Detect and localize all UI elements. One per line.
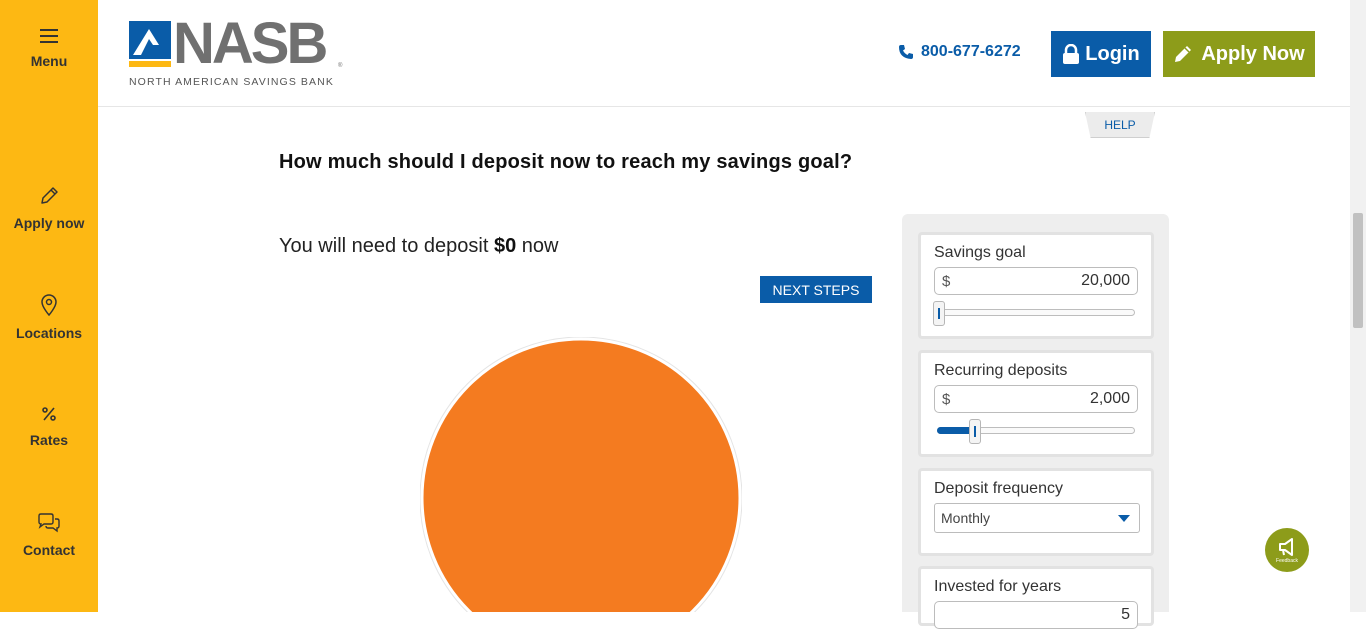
savings-goal-value: 20,000 (1081, 272, 1130, 289)
invested-years-input[interactable]: 5 (934, 601, 1138, 629)
login-label: Login (1085, 42, 1140, 65)
feedback-button[interactable]: Feedback (1265, 528, 1309, 572)
next-steps-button[interactable]: NEXT STEPS (760, 276, 872, 303)
percent-icon (42, 407, 56, 421)
deposit-frequency-card: Deposit frequency Monthly (918, 468, 1154, 556)
invested-years-label: Invested for years (934, 578, 1062, 595)
sidebar-item-contact[interactable]: Contact (0, 512, 98, 558)
pencil-icon (41, 187, 58, 204)
phone-number: 800-677-6272 (921, 43, 1021, 60)
page-title: How much should I deposit now to reach m… (279, 151, 853, 173)
sidebar-item-menu[interactable]: Menu (0, 27, 98, 69)
slider-track (937, 309, 1135, 316)
slider-thumb[interactable] (969, 419, 981, 444)
recurring-deposits-input[interactable]: $ 2,000 (934, 385, 1138, 413)
logo-mark-icon (129, 21, 171, 67)
logo-tagline: NORTH AMERICAN SAVINGS BANK (129, 76, 334, 88)
savings-goal-label: Savings goal (934, 244, 1026, 261)
sidebar-item-label: Menu (30, 53, 68, 69)
left-sidebar: Menu Apply now Locations Rates Contact (0, 0, 98, 612)
sidebar-item-apply-now[interactable]: Apply now (0, 185, 98, 231)
map-pin-icon (41, 294, 57, 317)
deposit-frequency-select[interactable]: Monthly (934, 503, 1140, 533)
recurring-deposits-slider[interactable] (937, 419, 1135, 444)
nasb-logo[interactable]: NASB ® NORTH AMERICAN SAVINGS BANK (129, 15, 344, 89)
currency-symbol: $ (942, 390, 951, 408)
scrollbar-thumb[interactable] (1353, 213, 1363, 328)
invested-years-card: Invested for years 5 (918, 566, 1154, 629)
calculator-panel: Savings goal $ 20,000 Recurring deposits… (902, 214, 1169, 629)
result-prefix: You will need to deposit (279, 235, 494, 257)
site-header: NASB ® NORTH AMERICAN SAVINGS BANK 800-6… (98, 0, 1350, 107)
currency-symbol: $ (942, 272, 951, 290)
savings-goal-input[interactable]: $ 20,000 (934, 267, 1138, 295)
result-suffix: now (516, 235, 559, 257)
deposit-frequency-value: Monthly (941, 510, 991, 526)
chevron-down-icon (1118, 514, 1130, 522)
recurring-deposits-label: Recurring deposits (934, 362, 1068, 379)
registered-mark: ® (338, 63, 343, 69)
savings-pie-chart (420, 337, 742, 612)
phone-icon (899, 45, 913, 59)
pie-slice (420, 337, 742, 612)
page-scrollbar[interactable] (1350, 0, 1366, 612)
invested-years-value: 5 (1121, 606, 1130, 623)
apply-now-button[interactable]: Apply Now (1163, 31, 1315, 77)
sidebar-item-label: Apply now (13, 215, 85, 231)
deposit-frequency-label: Deposit frequency (934, 480, 1063, 497)
lock-icon (1063, 44, 1080, 64)
logo-wordmark: NASB (173, 11, 328, 76)
result-amount: $0 (493, 235, 517, 257)
pencil-icon (1175, 46, 1192, 62)
apply-now-label: Apply Now (1201, 42, 1305, 65)
recurring-deposits-card: Recurring deposits $ 2,000 (918, 350, 1154, 457)
chat-bubbles-icon (38, 513, 60, 533)
sidebar-item-locations[interactable]: Locations (0, 293, 98, 341)
sidebar-item-label: Locations (15, 325, 83, 341)
savings-goal-slider[interactable] (933, 301, 1135, 326)
slider-thumb[interactable] (933, 301, 945, 326)
sidebar-item-label: Rates (29, 432, 69, 448)
phone-link[interactable]: 800-677-6272 (898, 43, 1021, 61)
megaphone-icon (1279, 537, 1293, 556)
sidebar-item-label: Contact (22, 542, 76, 558)
hamburger-icon (40, 29, 58, 43)
savings-goal-card: Savings goal $ 20,000 (918, 232, 1154, 339)
sidebar-item-rates[interactable]: Rates (0, 404, 98, 448)
feedback-label: Feedback (1276, 557, 1298, 564)
deposit-result: You will need to deposit $0 now (279, 235, 558, 258)
help-tab[interactable]: HELP (1085, 112, 1155, 138)
recurring-deposits-value: 2,000 (1089, 390, 1130, 407)
login-button[interactable]: Login (1051, 31, 1151, 77)
